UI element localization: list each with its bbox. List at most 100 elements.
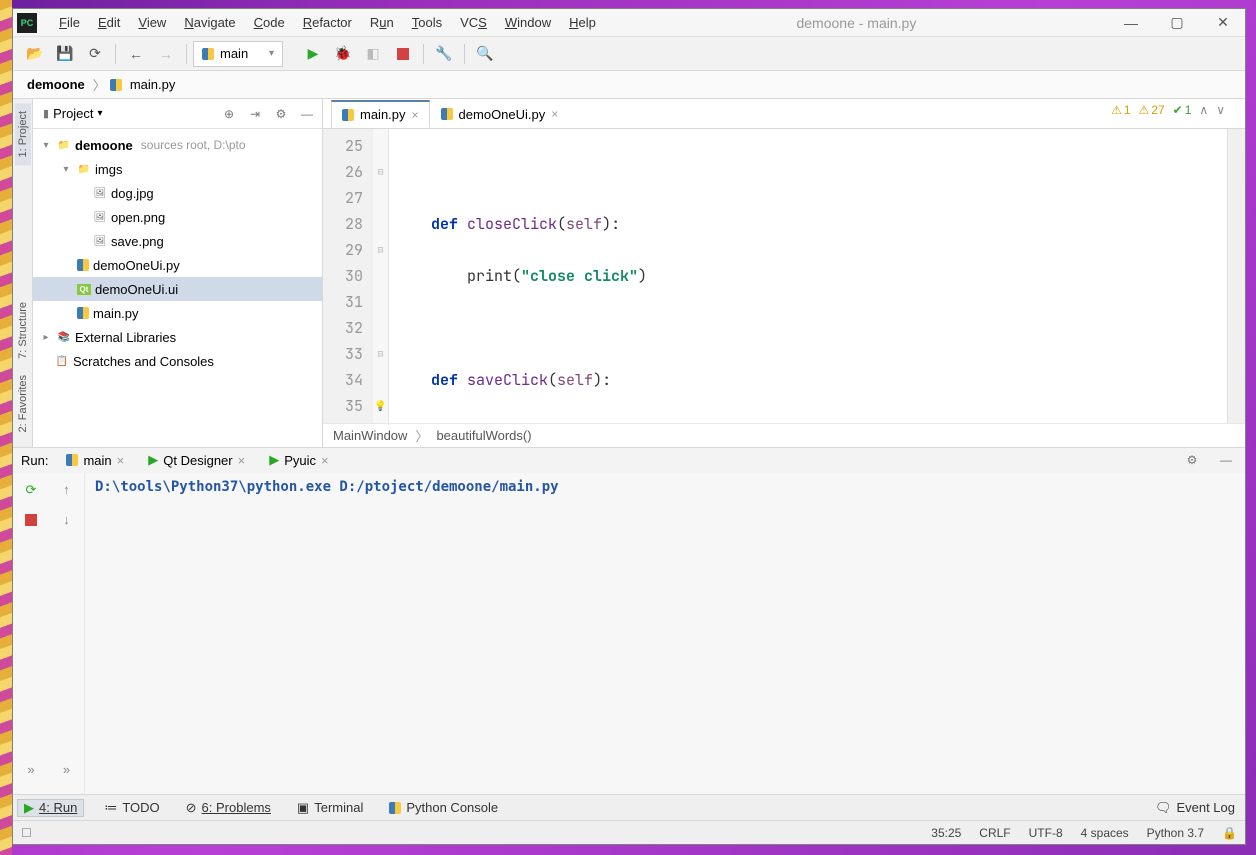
refresh-icon[interactable]: ⟳ — [81, 41, 109, 67]
debug-icon[interactable]: 🐞 — [329, 41, 357, 67]
tree-file-open[interactable]: 🖼open.png — [33, 205, 322, 229]
project-panel: ▮ Project ▾ ⊕ ⇥ ⚙ — ▾📁demoonesources roo… — [33, 99, 323, 447]
status-lineend[interactable]: CRLF — [979, 826, 1010, 840]
bottom-pyconsole[interactable]: Python Console — [383, 800, 504, 815]
nav-breadcrumbs: demoone 〉 main.py — [13, 71, 1245, 99]
run-output[interactable]: D:\tools\Python37\python.exe D:/ptoject/… — [85, 473, 1245, 795]
status-encoding[interactable]: UTF-8 — [1029, 826, 1063, 840]
strip-favorites[interactable]: 2: Favorites — [15, 367, 31, 440]
project-tree: ▾📁demoonesources root, D:\pto ▾📁imgs 🖼do… — [33, 129, 322, 447]
up-icon[interactable]: ∧ — [1199, 103, 1208, 117]
minimize-button[interactable]: — — [1109, 15, 1153, 31]
stop-icon[interactable] — [20, 509, 42, 531]
close-icon[interactable]: × — [412, 108, 419, 122]
down-icon[interactable]: ↓ — [56, 509, 78, 531]
minimize-panel-icon[interactable]: — — [296, 103, 318, 125]
stop-icon[interactable] — [389, 41, 417, 67]
menu-window[interactable]: Window — [497, 11, 559, 34]
tree-file-demouipy[interactable]: demoOneUi.py — [33, 253, 322, 277]
status-bar: ☐ 35:25 CRLF UTF-8 4 spaces Python 3.7 🔒 — [13, 820, 1245, 844]
close-icon[interactable]: × — [551, 107, 558, 121]
open-icon[interactable]: 📂 — [21, 41, 49, 67]
menu-help[interactable]: Help — [561, 11, 604, 34]
code-editor[interactable]: 252627282930313233343536373839404142▶43 … — [323, 129, 1245, 423]
ide-status-icon[interactable]: ☐ — [21, 826, 32, 840]
run-tab-main[interactable]: main× — [60, 451, 130, 470]
target-icon[interactable]: ⊕ — [218, 103, 240, 125]
save-all-icon[interactable]: 💾 — [51, 41, 79, 67]
menu-code[interactable]: Code — [246, 11, 293, 34]
rerun-icon[interactable]: ⟳ — [20, 479, 42, 501]
coverage-icon[interactable]: ◧ — [359, 41, 387, 67]
menu-file[interactable]: File — [51, 11, 88, 34]
tab-main[interactable]: main.py× — [331, 100, 430, 128]
weak-warning-icon[interactable]: ⚠27 — [1139, 103, 1165, 117]
gear-icon[interactable]: ⚙ — [1181, 449, 1203, 471]
bottom-problems[interactable]: ⊘6: Problems — [180, 800, 277, 816]
run-config-selector[interactable]: main ▾ — [193, 41, 283, 67]
menu-navigate[interactable]: Navigate — [176, 11, 243, 34]
maximize-button[interactable]: ▢ — [1155, 14, 1199, 31]
run-icon[interactable]: ▶ — [299, 41, 327, 67]
bottom-todo[interactable]: ≔TODO — [98, 800, 165, 816]
python-file-icon — [77, 307, 89, 319]
strip-project[interactable]: 1: Project — [15, 103, 31, 165]
run-tool-window: Run: main× ▶Qt Designer× ▶Pyuic× ⚙ — ⟳ »… — [13, 447, 1245, 795]
menu-run[interactable]: Run — [362, 11, 402, 34]
forward-icon[interactable]: → — [152, 41, 180, 67]
more-icon[interactable]: » — [56, 758, 78, 780]
error-stripe[interactable] — [1227, 129, 1245, 423]
crumb-root[interactable]: demoone — [23, 75, 89, 94]
run-tab-qt[interactable]: ▶Qt Designer× — [142, 450, 251, 470]
window-title: demoone - main.py — [606, 15, 1107, 31]
tree-file-dog[interactable]: 🖼dog.jpg — [33, 181, 322, 205]
tree-scratches[interactable]: 📋Scratches and Consoles — [33, 349, 322, 373]
toolbar: 📂 💾 ⟳ ← → main ▾ ▶ 🐞 ◧ 🔧 🔍 — [13, 37, 1245, 71]
tree-ext-lib[interactable]: ▸📚External Libraries — [33, 325, 322, 349]
ok-icon[interactable]: ✔1 — [1173, 103, 1192, 117]
project-title[interactable]: Project ▾ — [53, 106, 103, 121]
menu-tools[interactable]: Tools — [404, 11, 450, 34]
gear-icon[interactable]: ⚙ — [270, 103, 292, 125]
back-icon[interactable]: ← — [122, 41, 150, 67]
bottom-run[interactable]: ▶4: Run — [17, 799, 84, 817]
run-header: Run: main× ▶Qt Designer× ▶Pyuic× ⚙ — — [13, 447, 1245, 473]
menu-edit[interactable]: Edit — [90, 11, 128, 34]
tab-demoui[interactable]: demoOneUi.py× — [430, 100, 570, 128]
down-icon[interactable]: ∨ — [1216, 103, 1225, 117]
minimize-panel-icon[interactable]: — — [1215, 449, 1237, 471]
run-side-controls: ⟳ » — [13, 473, 49, 795]
tree-root[interactable]: ▾📁demoonesources root, D:\pto — [33, 133, 322, 157]
tree-file-demouiui[interactable]: QtdemoOneUi.ui — [33, 277, 322, 301]
run-tab-pyuic[interactable]: ▶Pyuic× — [263, 450, 334, 470]
warning-icon[interactable]: ⚠1 — [1111, 103, 1130, 117]
close-button[interactable]: ✕ — [1201, 14, 1245, 31]
crumb-file[interactable]: main.py — [126, 75, 180, 94]
status-indent[interactable]: 4 spaces — [1081, 826, 1129, 840]
python-file-icon — [441, 108, 453, 120]
lock-icon[interactable]: 🔒 — [1222, 826, 1237, 840]
tree-file-save[interactable]: 🖼save.png — [33, 229, 322, 253]
status-pos[interactable]: 35:25 — [931, 826, 961, 840]
run-side-nav: ↑ ↓ » — [49, 473, 85, 795]
menu-refactor[interactable]: Refactor — [295, 11, 360, 34]
tree-imgs[interactable]: ▾📁imgs — [33, 157, 322, 181]
code-content[interactable]: def closeClick(self): print("close click… — [389, 129, 1227, 423]
strip-structure[interactable]: 7: Structure — [15, 294, 31, 367]
crumb-class[interactable]: MainWindow — [333, 428, 407, 443]
split-icon[interactable]: ⇥ — [244, 103, 266, 125]
more-icon[interactable]: » — [20, 758, 42, 780]
line-gutter: 252627282930313233343536373839404142▶43 — [323, 129, 373, 423]
search-icon[interactable]: 🔍 — [471, 41, 499, 67]
status-python[interactable]: Python 3.7 — [1147, 826, 1204, 840]
ide-window: PC File Edit View Navigate Code Refactor… — [12, 8, 1246, 845]
menu-view[interactable]: View — [130, 11, 174, 34]
wrench-icon[interactable]: 🔧 — [430, 41, 458, 67]
up-icon[interactable]: ↑ — [56, 479, 78, 501]
tree-file-mainpy[interactable]: main.py — [33, 301, 322, 325]
chevron-right-icon: 〉 — [93, 75, 106, 94]
crumb-method[interactable]: beautifulWords() — [436, 428, 531, 443]
bottom-terminal[interactable]: ▣Terminal — [291, 800, 369, 816]
menu-vcs[interactable]: VCS — [452, 11, 495, 34]
bottom-eventlog[interactable]: 🗨Event Log — [1149, 800, 1241, 816]
